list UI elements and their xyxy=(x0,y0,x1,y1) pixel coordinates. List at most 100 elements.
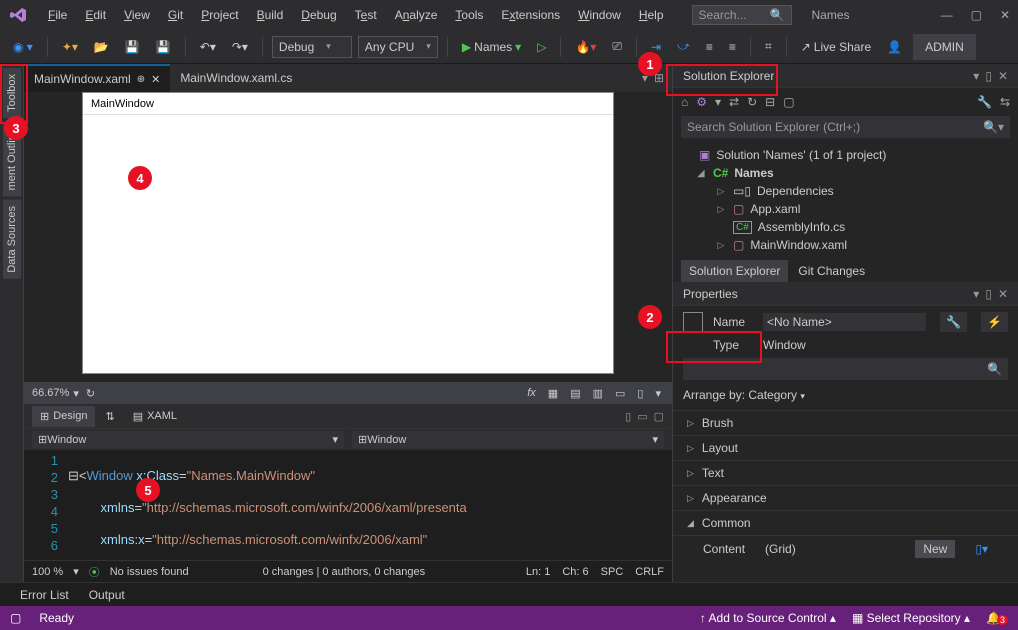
split-h-icon[interactable]: ▭ xyxy=(637,410,647,423)
maximize-icon[interactable]: ▢ xyxy=(971,8,982,22)
indent-mode[interactable]: SPC xyxy=(601,566,624,578)
new-button[interactable]: New xyxy=(915,540,955,558)
menu-analyze[interactable]: Analyze xyxy=(387,4,446,26)
design-preview-window[interactable]: MainWindow xyxy=(83,93,613,373)
document-tab-active[interactable]: MainWindow.xaml ⊕ ✕ xyxy=(24,64,170,92)
code-content[interactable]: ⊟<Window x:Class="Names.MainWindow" xmln… xyxy=(68,450,672,560)
add-source-control[interactable]: ↑ Add to Source Control ▴ xyxy=(700,611,836,625)
events-icon[interactable]: ⚡ xyxy=(981,312,1008,332)
home-icon[interactable]: ⌂ xyxy=(681,95,688,109)
close-icon[interactable]: ✕ xyxy=(1000,8,1010,22)
open-button[interactable]: 📂 xyxy=(89,37,114,57)
cat-brush[interactable]: ▷Brush xyxy=(673,411,1018,436)
data-sources-tab[interactable]: Data Sources xyxy=(3,200,21,279)
dropdown-icon[interactable]: ▾ xyxy=(973,69,979,83)
select-repository[interactable]: ▦ Select Repository ▴ xyxy=(852,611,970,625)
menu-window[interactable]: Window xyxy=(570,4,629,26)
close-panel-icon[interactable]: ✕ xyxy=(998,287,1008,301)
swap-panes-icon[interactable]: ⇅ xyxy=(97,406,122,427)
pin-icon[interactable]: ▯ xyxy=(985,287,992,301)
menu-file[interactable]: File xyxy=(40,4,75,26)
tab-solution-explorer[interactable]: Solution Explorer xyxy=(681,260,788,282)
new-item-button[interactable]: ✦▾ xyxy=(57,37,83,57)
name-input[interactable]: <No Name> xyxy=(763,313,926,331)
collapse-all-icon[interactable]: ⊟ xyxy=(765,95,775,109)
undo-button[interactable]: ↶▾ xyxy=(195,37,221,57)
cat-common[interactable]: ◢Common xyxy=(673,511,1018,536)
platform-combo[interactable]: Any CPU▾ xyxy=(358,36,438,58)
designer-canvas[interactable]: MainWindow xyxy=(24,92,672,382)
tab-output[interactable]: Output xyxy=(79,584,135,606)
solution-tree[interactable]: ▣Solution 'Names' (1 of 1 project) ◢C#Na… xyxy=(673,144,1018,260)
menu-view[interactable]: View xyxy=(116,4,158,26)
cat-text[interactable]: ▷Text xyxy=(673,461,1018,486)
ruler-icon[interactable]: ▭ xyxy=(612,387,628,400)
start-debug-button[interactable]: ▶ Names ▾ xyxy=(457,37,526,57)
snap-icon[interactable]: ▤ xyxy=(567,387,583,400)
tree-item-appxaml[interactable]: ▷▢App.xaml xyxy=(681,200,1010,218)
menu-debug[interactable]: Debug xyxy=(293,4,344,26)
dropdown-icon[interactable]: ▾ xyxy=(973,287,979,301)
save-all-button[interactable]: 💾 xyxy=(151,37,176,57)
menu-tools[interactable]: Tools xyxy=(447,4,491,26)
device-icon[interactable]: ▯ xyxy=(634,387,646,400)
show-all-icon[interactable]: ▢ xyxy=(783,95,794,109)
hot-reload-icon[interactable]: 🔥▾ xyxy=(570,37,601,57)
indent-icon[interactable]: ≡ xyxy=(701,37,718,57)
close-tab-icon[interactable]: ✕ xyxy=(151,73,160,86)
arrange-by[interactable]: Arrange by: Category ▾ xyxy=(673,380,1018,410)
codelens-changes[interactable]: 0 changes | 0 authors, 0 changes xyxy=(263,566,425,578)
save-button[interactable]: 💾 xyxy=(120,37,145,57)
minimize-icon[interactable]: — xyxy=(941,8,953,22)
editor-zoom[interactable]: 100 % xyxy=(32,566,63,578)
grid-icon[interactable]: ▦ xyxy=(545,387,561,400)
comment-icon[interactable]: ⌗ xyxy=(760,36,777,57)
cat-layout[interactable]: ▷Layout xyxy=(673,436,1018,461)
search-box[interactable]: Search... 🔍 xyxy=(692,5,792,25)
menu-extensions[interactable]: Extensions xyxy=(493,4,568,26)
config-combo[interactable]: Debug▾ xyxy=(272,36,352,58)
live-share-button[interactable]: ↗ Live Share xyxy=(796,37,876,57)
pin-icon[interactable]: ▯ xyxy=(985,69,992,83)
outdent-icon[interactable]: ≡ xyxy=(724,37,741,57)
feedback-icon[interactable]: 👤 xyxy=(882,37,907,57)
properties-search[interactable]: 🔍 xyxy=(683,358,1008,380)
guides-icon[interactable]: ▥ xyxy=(590,387,606,400)
issues-text[interactable]: No issues found xyxy=(110,566,189,578)
refresh-icon[interactable]: ↻ xyxy=(747,95,757,109)
line-ending[interactable]: CRLF xyxy=(635,566,664,578)
menu-build[interactable]: Build xyxy=(249,4,292,26)
nav-member-combo[interactable]: ⊞ Window▾ xyxy=(352,431,664,448)
sync-icon[interactable]: ⇄ xyxy=(729,95,739,109)
solution-node[interactable]: ▣Solution 'Names' (1 of 1 project) xyxy=(681,146,1010,164)
pin-icon[interactable]: ⊕ xyxy=(137,74,145,85)
xaml-tab[interactable]: ▤ XAML xyxy=(125,406,185,427)
wrench-icon[interactable]: 🔧 xyxy=(940,312,967,332)
more-icon[interactable]: ▾ xyxy=(652,387,664,400)
tree-item-assemblyinfo[interactable]: C#AssemblyInfo.cs xyxy=(681,218,1010,236)
notifications-icon[interactable]: 🔔3 xyxy=(986,611,1008,625)
xaml-code-editor[interactable]: 123 456 ⊟<Window x:Class="Names.MainWind… xyxy=(24,450,672,560)
browse-button[interactable]: ⎚ xyxy=(607,36,627,57)
wrench-icon[interactable]: 🔧 xyxy=(977,95,992,109)
zoom-level[interactable]: 66.67% xyxy=(32,387,69,399)
more-cfg-icon[interactable]: ⇆ xyxy=(1000,95,1010,109)
split-v-icon[interactable]: ▯ xyxy=(625,410,631,423)
start-nodebug-button[interactable]: ▷ xyxy=(532,37,551,57)
tree-item-dependencies[interactable]: ▷▭▯Dependencies xyxy=(681,182,1010,200)
nav-back-button[interactable]: ◉ ▾ xyxy=(8,37,38,57)
document-tab[interactable]: MainWindow.xaml.cs xyxy=(170,64,302,92)
menu-test[interactable]: Test xyxy=(347,4,385,26)
refresh-zoom-icon[interactable]: ↻ xyxy=(83,387,98,400)
menu-edit[interactable]: Edit xyxy=(77,4,114,26)
reset-icon[interactable]: ▯▾ xyxy=(975,542,988,556)
cfg-icon[interactable]: ⚙ xyxy=(696,95,707,109)
solution-explorer-search[interactable]: Search Solution Explorer (Ctrl+;)🔍▾ xyxy=(681,116,1010,138)
nav-scope-combo[interactable]: ⊞ Window▾ xyxy=(32,431,344,448)
close-panel-icon[interactable]: ✕ xyxy=(998,69,1008,83)
tab-error-list[interactable]: Error List xyxy=(10,584,79,606)
menu-git[interactable]: Git xyxy=(160,4,191,26)
step-over-icon[interactable]: ⤻ xyxy=(672,36,695,57)
tab-git-changes[interactable]: Git Changes xyxy=(790,260,873,282)
collapse-icon[interactable]: ▢ xyxy=(654,410,664,423)
